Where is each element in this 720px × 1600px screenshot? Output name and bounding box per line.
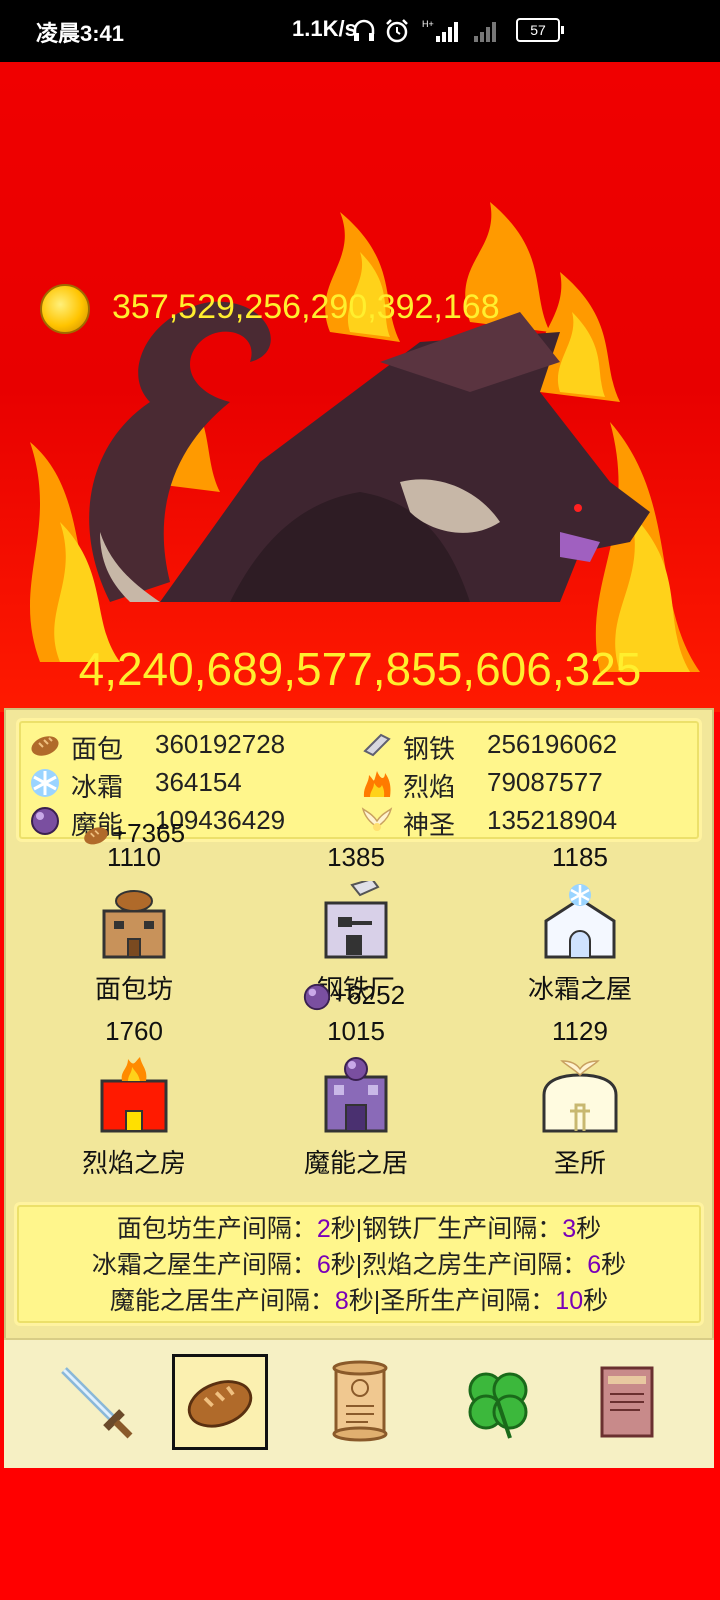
battle-scene[interactable]: 357,529,256,290,392,168 — [0, 62, 720, 712]
gold-value: 357,529,256,290,392,168 — [112, 288, 500, 326]
flame-house-icon — [100, 1057, 168, 1133]
interval-line-3: 魔能之居生产间隔：8秒|圣所生产间隔：10秒 — [109, 1287, 609, 1315]
signal-weak-icon — [474, 22, 496, 42]
floating-gain-magic: +6252 — [302, 980, 405, 1012]
bakery-icon — [102, 890, 166, 959]
building-bakery[interactable]: 1110 面包坊 — [34, 842, 234, 1006]
frost-icon — [31, 769, 59, 797]
building-count: 1129 — [552, 1016, 608, 1046]
magic-orb-icon — [303, 984, 331, 1011]
gold-coin-icon — [40, 284, 90, 334]
frost-house-icon — [544, 884, 616, 959]
bread-icon — [31, 736, 59, 756]
magic-abode-icon — [324, 1057, 388, 1133]
network-speed: 1.1K/s — [292, 16, 357, 41]
flame-icon — [363, 771, 391, 797]
alarm-icon — [386, 19, 408, 43]
sword-icon — [61, 1367, 133, 1439]
bottom-nav — [4, 1338, 714, 1468]
status-bar: 凌晨3:41 1.1K/s H+ 57 — [0, 0, 720, 62]
tab-quests[interactable] — [312, 1354, 408, 1450]
production-interval-box: 面包坊生产间隔：2秒|钢铁厂生产间隔：3秒 冰霜之屋生产间隔：6秒|烈焰之房生产… — [14, 1202, 704, 1326]
steelworks-icon — [324, 877, 388, 959]
building-name: 圣所 — [553, 1148, 606, 1178]
building-name: 面包坊 — [94, 974, 173, 1004]
sanctuary-icon — [542, 1060, 618, 1133]
building-name: 冰霜之屋 — [527, 974, 632, 1004]
tab-luck[interactable] — [450, 1354, 546, 1450]
scroll-icon — [332, 1360, 388, 1442]
interval-line-1: 面包坊生产间隔：2秒|钢铁厂生产间隔：3秒 — [116, 1215, 602, 1243]
flames-background — [30, 202, 700, 672]
building-sanctuary[interactable]: 1129 圣所 — [480, 1016, 680, 1180]
building-magic-abode[interactable]: 1015 魔能之居 — [256, 1016, 456, 1180]
building-count: 1015 — [327, 1016, 385, 1046]
clover-icon — [468, 1372, 528, 1439]
svg-text:H+: H+ — [422, 19, 434, 29]
building-name: 魔能之居 — [303, 1148, 408, 1178]
building-count: 1110 — [107, 842, 161, 872]
magic-orb-icon — [31, 807, 59, 835]
building-name: 烈焰之房 — [81, 1148, 186, 1178]
bread-icon — [187, 1380, 253, 1428]
tab-battle[interactable] — [48, 1354, 144, 1450]
interval-line-2: 冰霜之屋生产间隔：6秒|烈焰之房生产间隔：6秒 — [91, 1251, 627, 1279]
tab-codex[interactable] — [580, 1354, 676, 1450]
steel-icon — [363, 733, 391, 757]
building-flame-house[interactable]: 1760 烈焰之房 — [34, 1016, 234, 1180]
building-count: 1185 — [552, 842, 608, 872]
building-frost-house[interactable]: 1185 冰霜之屋 — [480, 842, 680, 1006]
holy-wings-icon — [361, 807, 393, 831]
battery-indicator: 57 — [516, 18, 564, 42]
building-count: 1760 — [105, 1016, 163, 1046]
signal-icon: H+ — [422, 19, 458, 42]
book-icon — [600, 1366, 654, 1438]
boss-hp-value: 4,240,689,577,855,606,325 — [78, 643, 642, 695]
building-count: 1385 — [327, 842, 385, 872]
status-time: 凌晨3:41 — [36, 21, 125, 46]
headset-icon — [353, 19, 375, 41]
tab-buildings[interactable] — [172, 1354, 268, 1450]
